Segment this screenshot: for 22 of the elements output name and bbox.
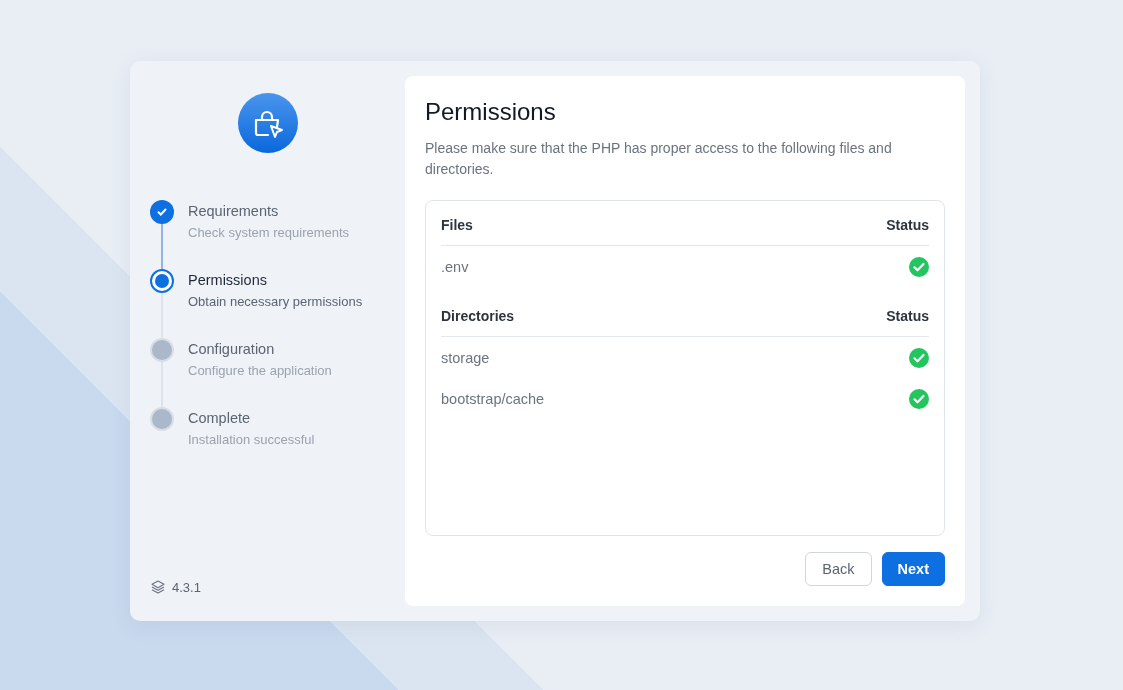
page-title: Permissions <box>425 98 557 126</box>
step-title: Permissions <box>188 272 268 288</box>
step-subtitle: Configure the application <box>188 363 332 378</box>
path-cell: storage <box>441 349 490 366</box>
version-label: 4.3.1 <box>172 579 201 595</box>
step-title: Requirements <box>188 203 280 219</box>
step-subtitle: Check system requirements <box>188 225 350 240</box>
layers-icon <box>150 579 166 595</box>
logo-icon <box>237 93 298 153</box>
next-button[interactable]: Next <box>881 552 945 586</box>
path-cell: bootstrap/cache <box>441 390 545 407</box>
step-subtitle: Installation successful <box>188 432 315 447</box>
step-title: Complete <box>188 410 252 426</box>
step-subtitle: Obtain necessary permissions <box>188 294 363 309</box>
column-header: Status <box>886 308 929 324</box>
step-title: Configuration <box>188 341 276 357</box>
back-button[interactable]: Back <box>805 552 872 586</box>
column-header: Status <box>886 217 929 233</box>
page-description: Please make sure that the PHP has proper access to the following files and directories. <box>425 139 893 179</box>
column-header: Directories <box>441 308 515 324</box>
path-cell: .env <box>441 258 469 275</box>
column-header: Files <box>441 217 473 233</box>
